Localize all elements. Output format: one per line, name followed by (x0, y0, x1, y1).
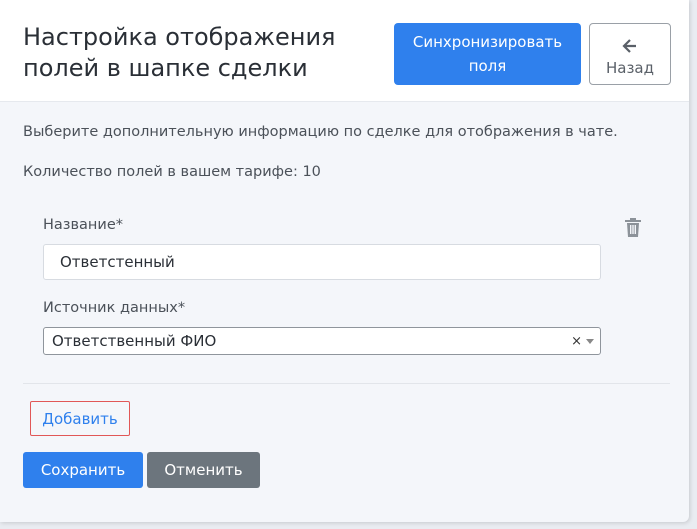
back-button-label: Назад (605, 58, 654, 77)
page-title: Настройка отображения полей в шапке сдел… (23, 23, 336, 82)
name-input[interactable]: Ответстенный (43, 244, 601, 280)
data-source-value: Ответственный ФИО (52, 332, 217, 350)
arrow-left-icon (622, 38, 636, 53)
description-text: Выберите дополнительную информацию по сд… (23, 124, 618, 140)
data-source-select[interactable]: Ответственный ФИО × (43, 327, 601, 355)
cancel-button[interactable]: Отменить (147, 452, 260, 488)
save-button[interactable]: Сохранить (23, 452, 143, 488)
back-button[interactable]: Назад (589, 23, 671, 85)
trash-icon[interactable] (624, 218, 642, 237)
settings-card: Настройка отображения полей в шапке сдел… (0, 0, 689, 522)
divider (23, 383, 670, 384)
clear-icon[interactable]: × (571, 328, 582, 355)
sync-fields-button[interactable]: Синхронизировать поля (394, 23, 581, 85)
fields-count-text: Количество полей в вашем тарифе: 10 (23, 164, 321, 180)
source-field-label: Источник данных* (43, 300, 186, 316)
add-field-button[interactable]: Добавить (30, 401, 130, 436)
page-header: Настройка отображения полей в шапке сдел… (0, 0, 689, 102)
name-field-label: Название* (43, 217, 124, 233)
caret-down-icon[interactable] (586, 339, 594, 344)
